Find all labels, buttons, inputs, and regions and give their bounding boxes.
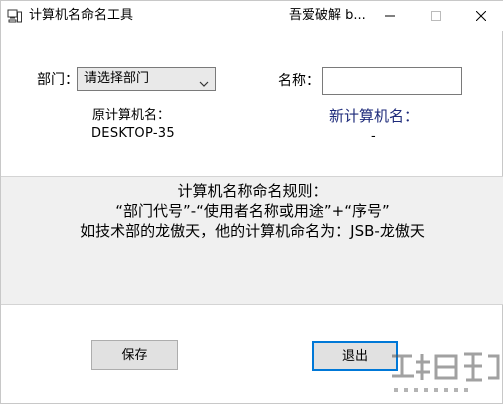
original-name-value: DESKTOP-35: [91, 126, 175, 141]
window-title: 计算机名命名工具: [29, 8, 134, 23]
department-select[interactable]: 请选择部门: [77, 67, 216, 91]
department-selected-value: 请选择部门: [84, 71, 150, 86]
window-title-extra: 吾爱破解 b...: [289, 8, 366, 23]
watermark-logo: [386, 346, 502, 402]
title-bar[interactable]: 计算机名命名工具 吾爱破解 b...: [1, 1, 503, 31]
close-button[interactable]: [458, 1, 503, 31]
rules-format: “部门代号”-“使用者名称或用途”+“序号”: [115, 202, 390, 220]
name-input[interactable]: [322, 67, 462, 95]
department-label: 部门：: [37, 72, 79, 88]
rules-example: 如技术部的龙傲天，他的计算机命名为：JSB-龙傲天: [80, 222, 425, 240]
maximize-icon: [431, 11, 441, 21]
maximize-button[interactable]: [413, 1, 459, 31]
new-name-value: -: [371, 129, 376, 144]
minimize-button[interactable]: [367, 1, 413, 31]
rules-title: 计算机名称命名规则：: [177, 182, 328, 200]
original-name-heading: 原计算机名：: [92, 108, 171, 123]
minimize-icon: [385, 15, 395, 17]
computer-icon: [7, 8, 23, 24]
name-label: 名称：: [278, 73, 320, 89]
chevron-down-icon: [199, 74, 209, 87]
close-icon: [476, 11, 486, 21]
save-button[interactable]: 保存: [91, 340, 178, 370]
new-name-heading: 新计算机名：: [329, 107, 420, 125]
app-window: 计算机名命名工具 吾爱破解 b... 部门： 请选择部门 名称： 原计算机名： …: [0, 0, 503, 404]
rules-panel: 计算机名称命名规则： “部门代号”-“使用者名称或用途”+“序号” 如技术部的龙…: [1, 176, 503, 305]
